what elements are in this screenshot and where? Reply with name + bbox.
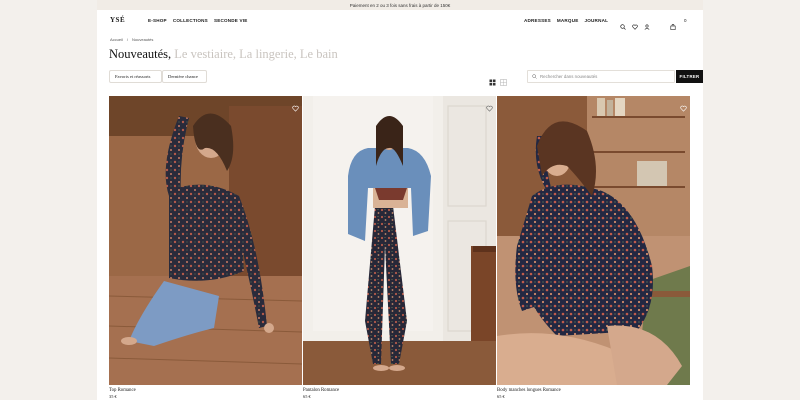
product-price: 65 €	[497, 394, 505, 399]
breadcrumb-home[interactable]: Accueil	[110, 37, 123, 42]
nav-left: E-SHOP COLLECTIONS SECONDE VIE	[148, 18, 248, 23]
product-price: 65 €	[303, 394, 311, 399]
product-card[interactable]: Top Romance 35 €	[109, 96, 302, 400]
product-name[interactable]: Body manches longues Romance	[497, 388, 561, 393]
grid-small-icon[interactable]	[500, 73, 507, 86]
filters-row: Favoris et réassorts Dernière chance Rec…	[109, 70, 703, 86]
bag-icon[interactable]	[670, 17, 676, 30]
wishlist-icon[interactable]	[486, 99, 493, 112]
filter-button[interactable]: FILTRER	[676, 70, 703, 83]
nav-item-journal[interactable]: JOURNAL	[585, 18, 609, 23]
product-name[interactable]: Top Romance	[109, 388, 136, 393]
wishlist-icon[interactable]	[680, 99, 687, 112]
product-grid: Top Romance 35 € Pantalon Romance 65 € B…	[109, 96, 691, 400]
nav-item-collections[interactable]: COLLECTIONS	[173, 18, 208, 23]
main-nav: YSÉ E-SHOP COLLECTIONS SECONDE VIE ADRES…	[97, 10, 703, 30]
brand-logo[interactable]: YSÉ	[110, 16, 125, 24]
page-title: Nouveautés, Le vestiaire, La lingerie, L…	[109, 47, 338, 62]
cart-count: 0	[684, 17, 687, 23]
user-icon[interactable]	[644, 17, 650, 30]
title-active[interactable]: Nouveautés	[109, 47, 168, 61]
nav-item-eshop[interactable]: E-SHOP	[148, 18, 167, 23]
nav-item-seconde-vie[interactable]: SECONDE VIE	[214, 18, 248, 23]
chip-derniere-chance[interactable]: Dernière chance	[162, 70, 207, 83]
wishlist-icon[interactable]	[292, 99, 299, 112]
grid-large-icon[interactable]	[489, 73, 496, 86]
product-card[interactable]: Body manches longues Romance 65 €	[497, 96, 690, 400]
search-icon[interactable]	[620, 17, 626, 30]
search-input[interactable]: Rechercher dans nouveautés	[540, 74, 597, 79]
product-image[interactable]	[109, 96, 302, 385]
nav-item-marque[interactable]: MARQUE	[557, 18, 579, 23]
breadcrumb-separator: /	[126, 37, 129, 42]
product-image[interactable]	[497, 96, 690, 385]
product-image[interactable]	[303, 96, 496, 385]
heart-icon[interactable]	[632, 17, 638, 30]
chip-favoris[interactable]: Favoris et réassorts	[109, 70, 162, 83]
nav-right: ADRESSES MARQUE JOURNAL	[524, 18, 608, 23]
announcement-bar: Paiement en 2 ou 3 fois sans frais à par…	[97, 0, 703, 10]
nav-icons: 0	[620, 17, 687, 30]
page: Paiement en 2 ou 3 fois sans frais à par…	[97, 0, 703, 400]
announcement-text: Paiement en 2 ou 3 fois sans frais à par…	[349, 2, 451, 8]
product-card[interactable]: Pantalon Romance 65 €	[303, 96, 496, 400]
product-price: 35 €	[109, 394, 117, 399]
title-separator: ,	[168, 47, 172, 61]
search-box[interactable]: Rechercher dans nouveautés	[527, 70, 675, 83]
breadcrumb-current: Nouveautés	[132, 37, 154, 42]
search-field-icon	[532, 73, 537, 80]
title-other-categories[interactable]: Le vestiaire, La lingerie, Le bain	[174, 47, 337, 61]
breadcrumb: Accueil / Nouveautés	[110, 37, 153, 42]
product-name[interactable]: Pantalon Romance	[303, 388, 339, 393]
nav-item-adresses[interactable]: ADRESSES	[524, 18, 551, 23]
